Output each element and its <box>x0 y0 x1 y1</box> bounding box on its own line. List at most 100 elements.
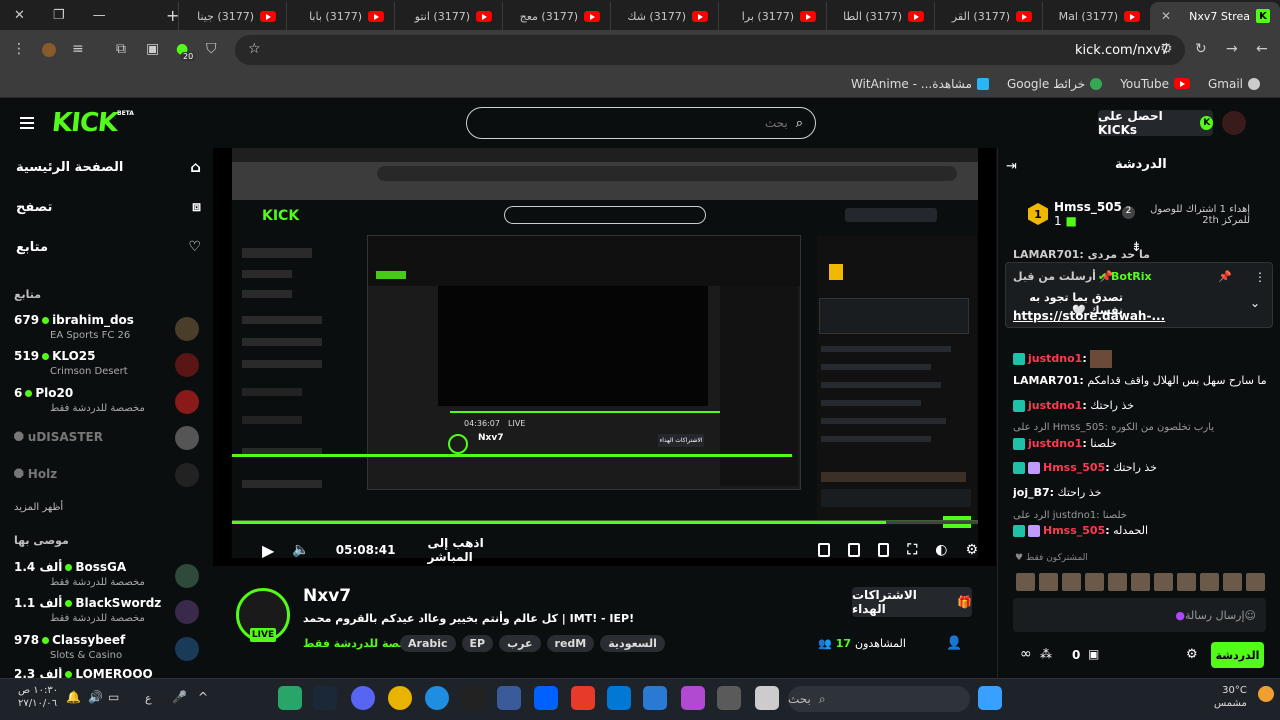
offline-channel[interactable]: ⯃ uDISASTER <box>14 430 103 445</box>
gift-subscription-button[interactable]: الاشتراكات الهداء 🎁 <box>852 587 972 617</box>
emote[interactable] <box>1062 573 1081 591</box>
tab-kick-stream[interactable]: K Nxv7 Strea ✕ <box>1150 2 1280 30</box>
search-icon[interactable]: ⌕ <box>796 116 803 131</box>
pin-icon[interactable]: 📌 <box>1218 270 1232 283</box>
emote[interactable] <box>1154 573 1173 591</box>
bookmark-gmail[interactable]: Gmail <box>1208 77 1260 91</box>
follow-icon[interactable]: 👤 <box>946 636 962 651</box>
more-options-icon[interactable]: ⋮ <box>1254 270 1266 284</box>
reload-icon[interactable]: ↻ <box>1195 41 1207 57</box>
app-icon[interactable] <box>497 686 521 710</box>
chrome-icon[interactable] <box>388 686 412 710</box>
hamburger-menu-icon[interactable] <box>20 117 34 129</box>
theater-icon[interactable] <box>877 543 890 557</box>
offline-channel[interactable]: ⯃ Holz <box>14 467 57 482</box>
emote[interactable] <box>1131 573 1150 591</box>
channel-ibrahim-dos[interactable]: 679 ibrahim_dos EA Sports FC 26 <box>14 311 199 349</box>
language-indicator[interactable]: ع <box>145 692 152 705</box>
settings-icon[interactable]: ⚙ <box>965 542 978 558</box>
chevron-up-icon[interactable]: ^ <box>198 690 208 704</box>
chat-username[interactable]: Hmss_505 <box>1043 461 1105 474</box>
extension-icon[interactable]: ▣ <box>146 41 159 57</box>
bookmark-star-icon[interactable]: ☆ <box>248 41 261 57</box>
search-bar[interactable]: ⌕ <box>466 107 816 139</box>
pinned-link[interactable]: https://store.dawah-... <box>1013 309 1165 323</box>
infinity-icon[interactable]: ∞ <box>1020 646 1032 662</box>
menu-dots-icon[interactable]: ⋮ <box>12 41 26 57</box>
kicks-icon[interactable]: ▣ <box>1088 647 1099 661</box>
speed-icon[interactable]: ◐ <box>935 542 947 558</box>
bookmark-witanime[interactable]: مشاهدة... - WitAnime <box>851 77 989 91</box>
collapse-chat-icon[interactable]: ⇥ <box>1006 159 1017 174</box>
microphone-icon[interactable]: ● <box>1175 609 1185 622</box>
volume-icon[interactable]: 🔈 <box>292 542 309 558</box>
volume-tray-icon[interactable]: 🔊 <box>88 690 103 704</box>
notification-bell-icon[interactable]: 🔔 <box>66 690 81 704</box>
omnibox[interactable] <box>235 35 1185 65</box>
user-avatar[interactable] <box>1222 111 1246 135</box>
tag[interactable]: redM <box>546 635 595 652</box>
app-icon[interactable] <box>278 686 302 710</box>
chat-username[interactable]: justdno1 <box>1028 437 1082 450</box>
copilot-icon[interactable] <box>681 686 705 710</box>
nav-home[interactable]: ⌂ الصفحة الرئيسية <box>16 158 201 176</box>
chat-settings-icon[interactable]: ⚙ <box>1186 647 1198 662</box>
file-explorer-icon[interactable] <box>755 686 779 710</box>
chat-username[interactable]: justdno1 <box>1028 399 1082 412</box>
chat-username[interactable]: Hmss_505 <box>1043 524 1105 537</box>
emote-picker-icon[interactable]: ⁂ <box>1040 647 1052 661</box>
chat-username[interactable]: joj_B7 <box>1013 486 1050 499</box>
app-icon[interactable] <box>571 686 595 710</box>
tag[interactable]: السعودية <box>600 635 665 652</box>
emote[interactable] <box>1016 573 1035 591</box>
tab-youtube[interactable]: (3177) الطا <box>826 2 934 30</box>
channel-lomerooo[interactable]: 2.3 ألف LOMEROOO <box>14 667 199 678</box>
shield-icon[interactable]: ⛉ <box>206 41 217 57</box>
extensions-icon[interactable]: ⧉ <box>116 41 126 57</box>
chat-username[interactable]: LAMAR701 <box>1013 374 1079 387</box>
tab-youtube[interactable]: (3177) جينا <box>178 2 286 30</box>
channel-klo25[interactable]: 519 KLO25 Crimson Desert <box>14 347 199 385</box>
chat-send-button[interactable]: الدردشة <box>1211 642 1264 668</box>
tab-youtube[interactable]: (3177) القر <box>934 2 1042 30</box>
tab-youtube[interactable]: (3177) شك <box>610 2 718 30</box>
chat-username[interactable]: justdno1 <box>1028 352 1082 365</box>
clip-icon[interactable] <box>817 543 830 557</box>
network-icon[interactable]: ▭ <box>108 690 119 704</box>
store-icon[interactable] <box>643 686 667 710</box>
kick-logo[interactable]: KICK <box>50 108 118 138</box>
nav-browse[interactable]: ⧈ تصفح <box>16 199 201 215</box>
tab-youtube[interactable]: (3177) بابا <box>286 2 394 30</box>
chat-input[interactable]: ☺ إرسال رسالة ● <box>1013 598 1266 632</box>
fullscreen-icon[interactable]: ⛶ <box>907 542 917 558</box>
media-control-icon[interactable]: ≡ <box>72 41 84 57</box>
emote[interactable] <box>1039 573 1058 591</box>
edge-icon[interactable] <box>425 686 449 710</box>
steam-icon[interactable] <box>313 686 337 710</box>
close-tab-icon[interactable]: ✕ <box>1161 9 1171 23</box>
channel-classybeef[interactable]: 978 Classybeef Slots & Casino <box>14 631 199 669</box>
maximize-icon[interactable]: ❐ <box>53 8 65 23</box>
new-tab-icon[interactable]: + <box>166 6 179 25</box>
dropbox-icon[interactable] <box>534 686 558 710</box>
tab-youtube[interactable]: (3177) انتو <box>394 2 502 30</box>
tab-youtube[interactable]: (3177) برا <box>718 2 826 30</box>
emote[interactable] <box>1200 573 1219 591</box>
bookmark-maps[interactable]: خرائط Google <box>1007 77 1103 91</box>
taskbar-search[interactable]: ⌕ بحث <box>788 686 970 712</box>
gift-leaderboard[interactable]: 1 Hmss_505 1 ■ <box>1028 200 1122 228</box>
tag[interactable]: عرب <box>499 635 541 652</box>
player-progress[interactable] <box>232 521 886 524</box>
chevron-down-icon[interactable]: ⌄ <box>1250 296 1260 310</box>
search-input[interactable] <box>507 116 788 130</box>
emote[interactable] <box>1223 573 1242 591</box>
streamer-name[interactable]: Nxv7 <box>303 586 351 606</box>
channel-blackswordz[interactable]: 1.1 ألف BlackSwordz مخصصة للدردشة فقط <box>14 594 199 632</box>
show-more-link[interactable]: أظهر المزيد <box>14 502 63 513</box>
weather-widget[interactable]: 30°C مشمس <box>1214 684 1247 710</box>
get-kicks-button[interactable]: احصل على KICKs K <box>1098 109 1213 137</box>
channel-plo20[interactable]: 6 Plo20 مخصصة للدردشة فقط <box>14 384 199 422</box>
windows-start-icon[interactable] <box>978 686 1002 710</box>
nav-following[interactable]: ♡ متابع <box>16 239 201 255</box>
epic-games-icon[interactable] <box>461 686 485 710</box>
